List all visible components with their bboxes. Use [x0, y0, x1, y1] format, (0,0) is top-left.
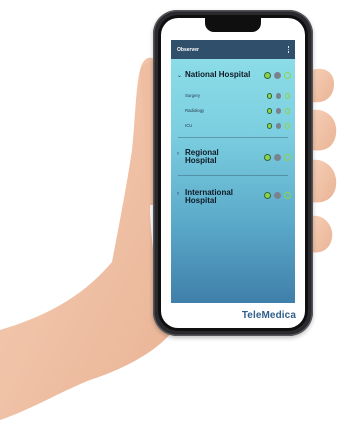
chevron-right-icon[interactable]: ›	[177, 149, 185, 159]
chevron-right-icon[interactable]: ›	[177, 189, 185, 199]
list-item-icu[interactable]: ICU	[171, 118, 295, 133]
status-indicators	[266, 123, 290, 129]
more-vert-icon[interactable]	[287, 46, 289, 53]
status-indicators	[264, 191, 291, 199]
status-neutral-icon	[274, 72, 281, 79]
status-empty-icon	[284, 191, 291, 199]
list-item-radiology[interactable]: Radiology	[171, 103, 295, 118]
status-empty-icon	[284, 93, 290, 99]
status-empty-icon	[284, 72, 291, 79]
group-header[interactable]: › International Hospital	[171, 188, 295, 206]
divider	[178, 137, 288, 138]
status-empty-icon	[284, 108, 290, 114]
hospital-list: ⌄ National Hospital Surgery Radiology IC…	[171, 59, 295, 206]
divider	[178, 174, 288, 176]
group-regional-hospital[interactable]: › Regional Hospital	[171, 148, 295, 176]
list-item-label: Radiology	[185, 108, 205, 113]
status-ok-icon	[266, 108, 272, 114]
phone-frame: Observer ⌄ National Hospital Surgery Rad…	[153, 10, 313, 336]
app-bar: Observer	[171, 40, 295, 59]
phone-bezel: Observer ⌄ National Hospital Surgery Rad…	[158, 15, 308, 331]
list-item-label: ICU	[185, 123, 193, 128]
status-ok-icon	[264, 153, 271, 161]
group-international-hospital[interactable]: › International Hospital	[171, 188, 295, 206]
status-neutral-icon	[274, 153, 281, 161]
status-ok-icon	[264, 72, 271, 79]
group-header[interactable]: ⌄ National Hospital	[171, 70, 295, 81]
status-ok-icon	[266, 93, 272, 99]
status-indicators	[264, 153, 291, 161]
status-ok-icon	[264, 191, 271, 199]
status-neutral-icon	[275, 123, 281, 129]
status-indicators	[264, 72, 291, 79]
group-name-line2: Hospital	[185, 156, 217, 166]
group-name: International Hospital	[185, 188, 264, 206]
group-name: National Hospital	[185, 70, 251, 79]
group-name: Regional Hospital	[185, 148, 264, 166]
list-item-label: Surgery	[185, 93, 201, 98]
brand-logo: TeleMedica	[241, 310, 296, 321]
phone-screen: Observer ⌄ National Hospital Surgery Rad…	[161, 18, 305, 328]
status-neutral-icon	[274, 191, 281, 199]
status-indicators	[266, 93, 290, 99]
group-name-line2: Hospital	[185, 196, 217, 206]
list-item-surgery[interactable]: Surgery	[171, 88, 295, 103]
app-window: Observer ⌄ National Hospital Surgery Rad…	[171, 40, 295, 303]
group-header[interactable]: › Regional Hospital	[171, 148, 295, 166]
status-empty-icon	[284, 123, 290, 129]
status-empty-icon	[284, 153, 291, 161]
app-title: Observer	[177, 46, 199, 53]
group-national-hospital[interactable]: ⌄ National Hospital Surgery Radiology IC…	[171, 70, 295, 138]
status-neutral-icon	[275, 93, 281, 99]
status-ok-icon	[266, 123, 272, 129]
chevron-down-icon[interactable]: ⌄	[177, 71, 185, 81]
phone-notch	[205, 18, 261, 32]
status-neutral-icon	[275, 108, 281, 114]
status-indicators	[266, 108, 290, 114]
